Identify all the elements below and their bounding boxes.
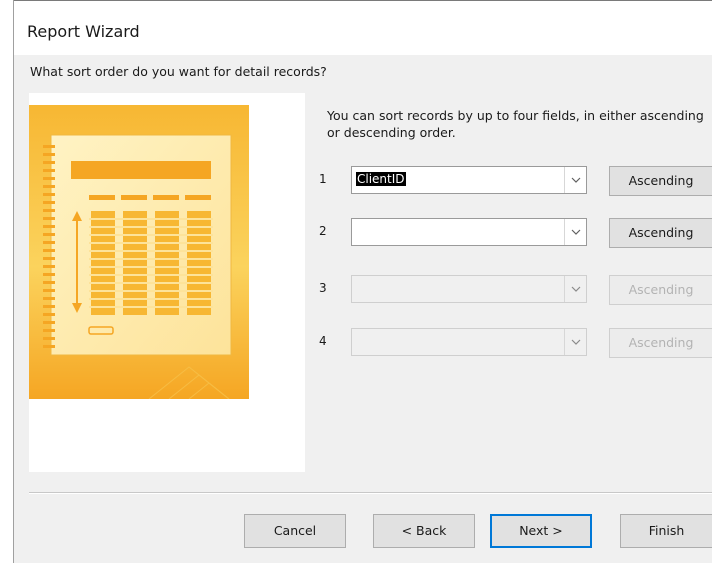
chevron-down-icon[interactable] — [564, 329, 586, 355]
chevron-down-icon[interactable] — [564, 167, 586, 193]
sort-field-1-value: ClientID — [356, 172, 406, 186]
chevron-down-icon[interactable] — [564, 219, 586, 245]
report-wizard-dialog: Report Wizard What sort order do you wan… — [13, 0, 712, 563]
sort-field-3-combo[interactable] — [351, 275, 587, 303]
sort-number: 1 — [319, 172, 327, 186]
sort-order-2-button[interactable]: Ascending — [609, 218, 712, 248]
sort-field-2-combo[interactable] — [351, 218, 587, 246]
sort-row-4: 4 Ascending — [319, 328, 712, 358]
finish-button[interactable]: Finish — [620, 514, 712, 548]
back-button[interactable]: < Back — [373, 514, 475, 548]
window-title: Report Wizard — [27, 22, 140, 41]
sort-order-1-button[interactable]: Ascending — [609, 166, 712, 196]
chevron-down-icon[interactable] — [564, 276, 586, 302]
footer-separator — [29, 492, 712, 494]
report-illustration — [29, 105, 249, 399]
cancel-button[interactable]: Cancel — [244, 514, 346, 548]
wizard-illustration-panel — [29, 93, 305, 472]
title-bar: Report Wizard — [14, 0, 712, 55]
sort-order-4-button[interactable]: Ascending — [609, 328, 712, 358]
sort-field-4-combo[interactable] — [351, 328, 587, 356]
wizard-prompt: What sort order do you want for detail r… — [30, 64, 327, 79]
sort-number: 3 — [319, 281, 327, 295]
sort-description: You can sort records by up to four field… — [327, 108, 704, 140]
sort-field-1-combo[interactable]: ClientID — [351, 166, 587, 194]
sort-row-3: 3 Ascending — [319, 275, 712, 305]
sort-row-1: 1 ClientID Ascending — [319, 166, 712, 196]
sort-number: 4 — [319, 334, 327, 348]
sort-row-2: 2 Ascending — [319, 218, 712, 248]
next-button[interactable]: Next > — [490, 514, 592, 548]
sort-number: 2 — [319, 224, 327, 238]
sort-order-3-button[interactable]: Ascending — [609, 275, 712, 305]
